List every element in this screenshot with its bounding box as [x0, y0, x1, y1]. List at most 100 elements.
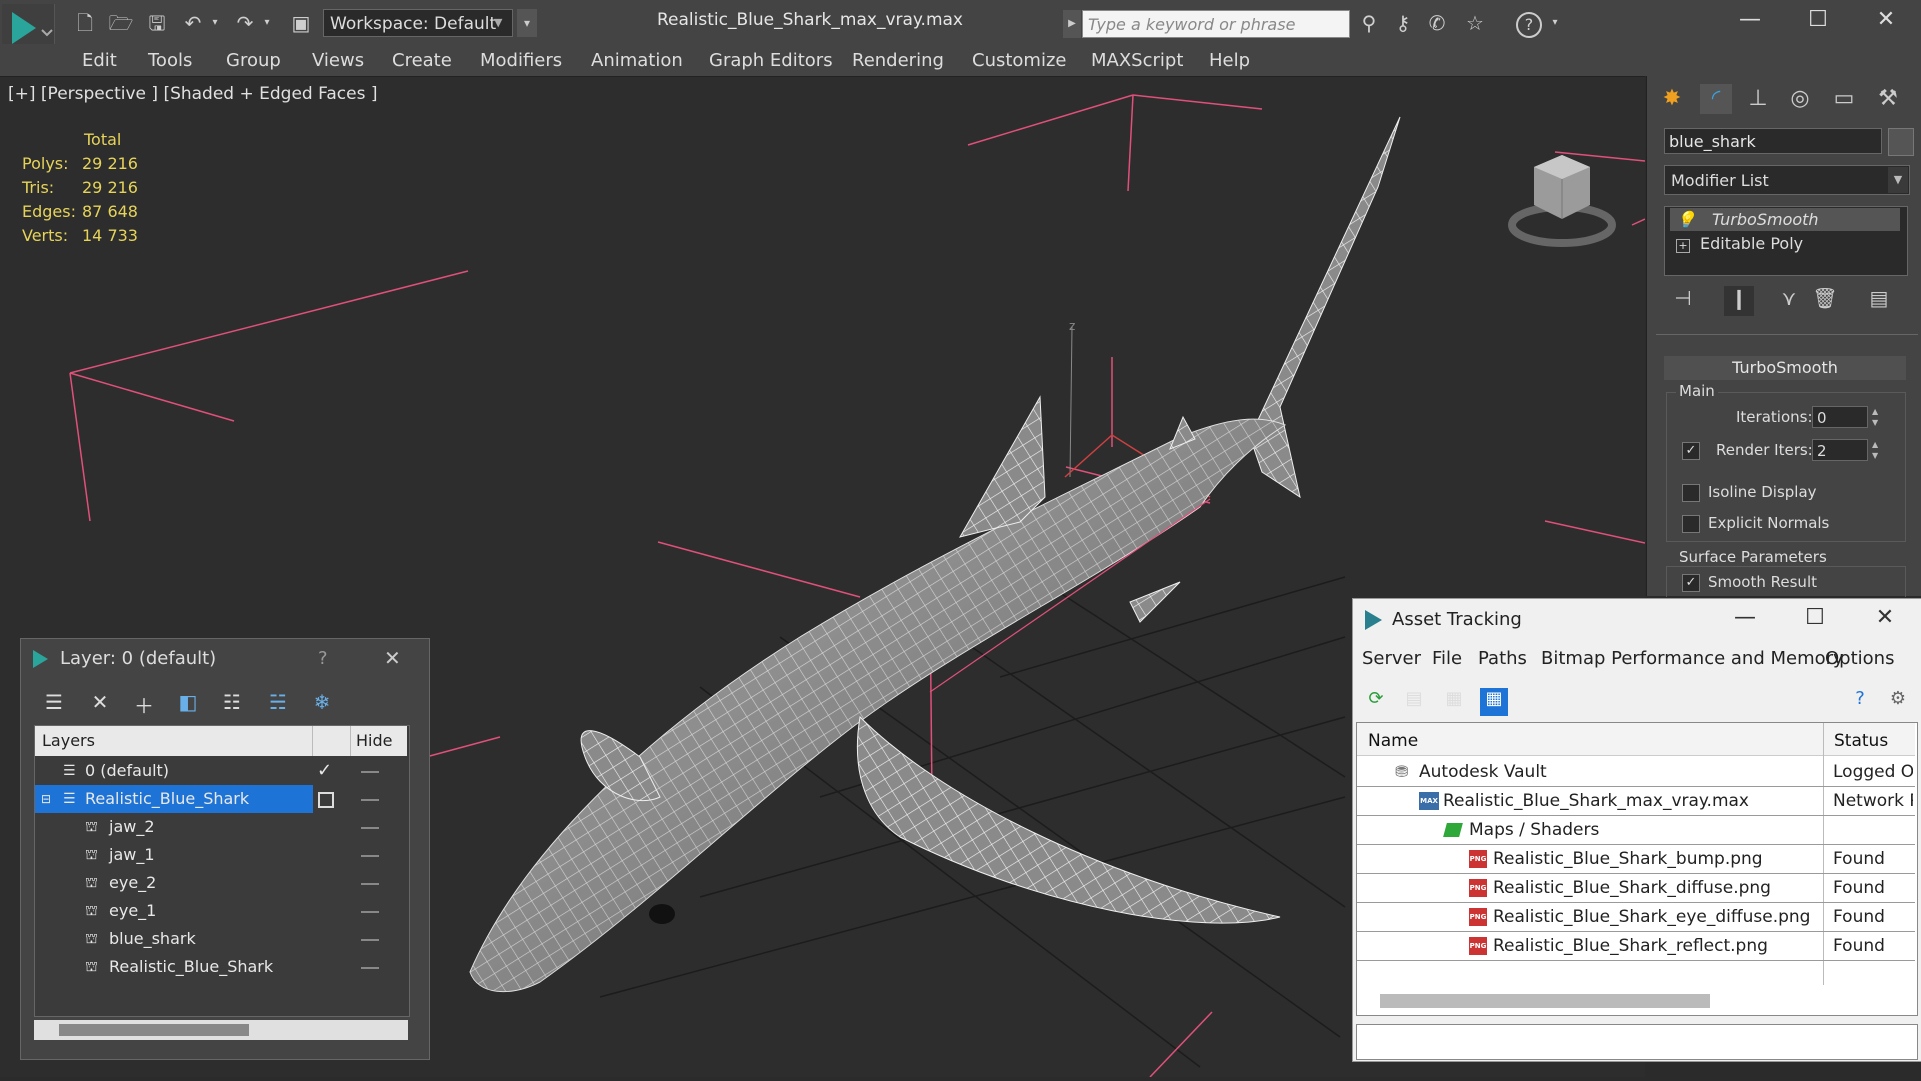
workspace-menu-icon[interactable]: ▾ [517, 9, 537, 37]
hide-all-layers-icon[interactable]: ☵ [264, 690, 292, 718]
freeze-all-layers-icon[interactable]: ❄ [308, 690, 336, 718]
render-iters-spinner[interactable]: 2 [1812, 439, 1868, 461]
menu-create[interactable]: Create [392, 50, 452, 71]
asset-row[interactable]: PNG Realistic_Blue_Shark_diffuse.png [1357, 874, 1915, 903]
configure-sets-icon[interactable]: ▤ [1864, 286, 1894, 316]
sign-in-icon[interactable]: ✆ [1424, 10, 1450, 36]
pin-stack-icon[interactable]: ⊣ [1668, 286, 1698, 316]
menu-help[interactable]: Help [1209, 50, 1250, 71]
chevron-down-icon[interactable]: ▼ [494, 10, 510, 36]
refresh-icon[interactable]: ⟳ [1362, 688, 1390, 716]
current-layer-box-icon[interactable] [318, 792, 334, 808]
asset-menu-paths[interactable]: Paths [1478, 648, 1527, 669]
binoculars-icon[interactable]: ⚲ [1356, 10, 1382, 36]
remove-modifier-icon[interactable]: 🗑 [1810, 286, 1840, 316]
asset-row[interactable]: Maps / Shaders [1357, 816, 1915, 845]
menu-group[interactable]: Group [226, 50, 281, 71]
object-name-input[interactable]: blue_shark [1664, 128, 1882, 154]
expand-icon[interactable]: + [1676, 239, 1690, 253]
select-layer-objects-icon[interactable]: ◧ [174, 690, 202, 718]
smooth-result-checkbox[interactable]: ✓ [1682, 574, 1700, 592]
hide-toggle[interactable] [361, 771, 379, 773]
shark-model[interactable] [469, 116, 1401, 993]
iterations-spinner[interactable]: 0 [1812, 406, 1868, 428]
layers-column-header[interactable]: Layers [42, 731, 95, 750]
collapse-icon[interactable]: ⊟ [41, 785, 51, 813]
minimize-button[interactable]: — [1715, 0, 1785, 40]
add-to-layer-icon[interactable]: ＋ [130, 690, 158, 718]
hide-toggle[interactable] [361, 883, 379, 885]
menu-edit[interactable]: Edit [82, 50, 117, 71]
object-color-swatch[interactable] [1888, 128, 1914, 156]
menu-views[interactable]: Views [312, 50, 364, 71]
layer-row-selected[interactable]: ⊟ ☰ Realistic_Blue_Shark [35, 785, 313, 813]
asset-scrollbar-thumb[interactable] [1380, 994, 1710, 1008]
menu-customize[interactable]: Customize [972, 50, 1066, 71]
highlight-layer-icon[interactable]: ☷ [218, 690, 246, 718]
open-file-icon[interactable]: 🗁 [108, 10, 134, 36]
asset-row[interactable]: PNG Realistic_Blue_Shark_reflect.png [1357, 932, 1915, 961]
close-button[interactable]: ✕ [1851, 0, 1921, 40]
menu-modifiers[interactable]: Modifiers [480, 50, 562, 71]
hide-column-header[interactable]: Hide [356, 731, 392, 750]
motion-tab-icon[interactable]: ◎ [1784, 84, 1816, 114]
help-icon[interactable]: ? [1516, 12, 1542, 38]
hide-toggle[interactable] [361, 967, 379, 969]
save-icon[interactable]: 🖫 [144, 10, 170, 36]
asset-settings-icon[interactable]: ⚙ [1884, 688, 1912, 716]
asset-row[interactable]: PNG Realistic_Blue_Shark_bump.png [1357, 845, 1915, 874]
utilities-tab-icon[interactable]: ⚒ [1872, 84, 1904, 114]
hierarchy-tab-icon[interactable]: ⊥ [1742, 84, 1774, 114]
asset-help-icon[interactable]: ? [1846, 688, 1874, 716]
bulb-icon[interactable]: 💡 [1676, 208, 1696, 231]
hide-toggle[interactable] [361, 855, 379, 857]
new-file-icon[interactable]: 🗋 [72, 10, 98, 36]
asset-path-field[interactable] [1356, 1024, 1918, 1060]
layer-row[interactable]: ⛫ blue_shark [35, 925, 407, 953]
stack-item-turbosmooth[interactable]: 💡 TurboSmooth [1670, 208, 1900, 231]
menu-graph-editors[interactable]: Graph Editors [709, 50, 833, 71]
status-column-header[interactable]: Status [1834, 731, 1888, 751]
key-icon[interactable]: ⚷ [1390, 10, 1416, 36]
spinner-arrows-icon[interactable]: ▲ ▼ [1872, 406, 1886, 428]
favorites-star-icon[interactable]: ☆ [1462, 10, 1488, 36]
view-cube[interactable] [1508, 155, 1616, 247]
display-tab-icon[interactable]: ▭ [1828, 84, 1860, 114]
menu-maxscript[interactable]: MAXScript [1091, 50, 1183, 71]
make-unique-icon[interactable]: ⋎ [1774, 286, 1804, 316]
undo-dropdown-icon[interactable]: ▾ [208, 10, 222, 36]
layer-row[interactable]: ⛫ Realistic_Blue_Shark [35, 953, 407, 981]
redo-icon[interactable]: ↷ [232, 10, 258, 36]
asset-close-button[interactable]: ✕ [1850, 598, 1920, 638]
asset-minimize-button[interactable]: — [1710, 598, 1780, 638]
layer-help-button[interactable]: ? [318, 648, 328, 669]
list-view-icon[interactable]: ▤ [1400, 688, 1428, 716]
new-layer-icon[interactable]: ☰ [40, 690, 68, 718]
name-column-header[interactable]: Name [1368, 731, 1418, 751]
layer-row[interactable]: ☰ 0 (default) ✓ [35, 757, 407, 785]
asset-menu-options[interactable]: Options [1825, 648, 1894, 669]
chevron-down-icon[interactable]: ▼ [1888, 167, 1908, 193]
tree-view-icon[interactable]: ▦ [1440, 688, 1468, 716]
modify-tab-icon[interactable]: ◜ [1700, 84, 1732, 114]
layer-scrollbar-thumb[interactable] [59, 1024, 249, 1036]
asset-maximize-button[interactable]: ☐ [1780, 598, 1850, 638]
layer-row[interactable]: ⛫ jaw_1 [35, 841, 407, 869]
rollout-title[interactable]: TurboSmooth [1664, 356, 1906, 380]
show-end-result-icon[interactable]: ❙ [1724, 286, 1754, 316]
isoline-checkbox[interactable] [1682, 484, 1700, 502]
layer-row[interactable]: ⛫ jaw_2 [35, 813, 407, 841]
project-folder-icon[interactable]: ▣ [288, 10, 314, 36]
workspace-dropdown[interactable]: Workspace: Default [323, 9, 513, 37]
active-layer-check-icon[interactable]: ✓ [317, 757, 332, 785]
asset-menu-bitmap[interactable]: Bitmap Performance and Memory [1541, 648, 1844, 669]
render-iters-checkbox[interactable]: ✓ [1682, 442, 1700, 460]
asset-menu-file[interactable]: File [1432, 648, 1462, 669]
asset-row[interactable]: PNG Realistic_Blue_Shark_eye_diffuse.png [1357, 903, 1915, 932]
asset-row[interactable]: ⛃ Autodesk Vault [1357, 758, 1915, 787]
menu-animation[interactable]: Animation [591, 50, 683, 71]
help-dropdown-icon[interactable]: ▾ [1548, 10, 1562, 36]
explicit-normals-checkbox[interactable] [1682, 515, 1700, 533]
asset-menu-server[interactable]: Server [1362, 648, 1421, 669]
menu-tools[interactable]: Tools [148, 50, 192, 71]
